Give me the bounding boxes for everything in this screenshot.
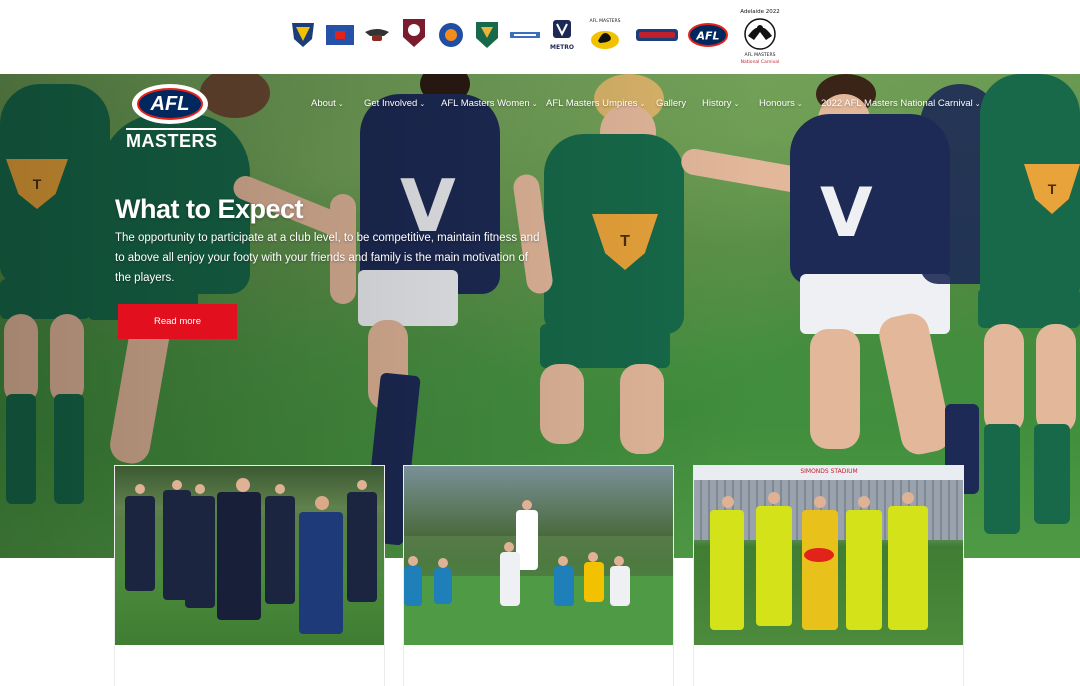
svg-text:National Carnival: National Carnival <box>741 59 780 65</box>
state-flag-logo[interactable] <box>326 20 354 50</box>
partner-logos-strip: METRO AFL MASTERS AFL Adelaide 2022 AFL M… <box>0 0 1080 74</box>
read-more-button[interactable]: Read more <box>118 304 237 339</box>
svg-text:METRO: METRO <box>550 44 574 51</box>
nav-item-national-carnival[interactable]: 2022 AFL Masters National Carnival ⌄ <box>821 98 981 109</box>
site-logo[interactable]: AFL MASTERS <box>126 84 217 151</box>
hero-title: What to Expect <box>115 194 304 224</box>
chevron-down-icon: ⌄ <box>419 101 426 108</box>
nav-item-masters-women[interactable]: AFL Masters Women ⌄ <box>441 98 538 109</box>
adelaide-2022-carnival-logo[interactable]: Adelaide 2022 AFL MASTERS National Carniva… <box>738 6 782 70</box>
chevron-down-icon: ⌄ <box>337 101 344 108</box>
nav-item-history[interactable]: History ⌄ <box>702 98 739 109</box>
nav-item-about[interactable]: About ⌄ <box>311 98 344 109</box>
hero-description: The opportunity to participate at a club… <box>115 232 540 284</box>
match-photo-card[interactable] <box>404 466 673 686</box>
umpires-photo: SIMONDS STADIUM <box>694 466 963 645</box>
black-swan-logo[interactable]: AFL MASTERS <box>586 16 624 52</box>
team-photo <box>115 466 384 645</box>
umpires-photo-card[interactable]: SIMONDS STADIUM <box>694 466 963 686</box>
winged-club-logo[interactable] <box>364 20 390 50</box>
nav-item-honours[interactable]: Honours ⌄ <box>759 98 803 109</box>
match-photo <box>404 466 673 645</box>
stadium-banner: SIMONDS STADIUM <box>800 468 858 475</box>
chevron-down-icon: ⌄ <box>733 101 740 108</box>
chevron-down-icon: ⌄ <box>639 101 646 108</box>
team-photo-card[interactable] <box>115 466 384 686</box>
vic-metro-logo[interactable]: METRO <box>550 20 574 52</box>
nav-item-masters-umpires[interactable]: AFL Masters Umpires ⌄ <box>546 98 645 109</box>
afl-oval-logo[interactable]: AFL <box>688 20 728 50</box>
green-gold-shield-logo[interactable] <box>474 20 500 50</box>
maroon-shield-logo[interactable] <box>400 17 428 51</box>
main-navigation: About ⌄ Get Involved ⌄ AFL Masters Women ⌄ … <box>0 98 1080 114</box>
football-icon <box>804 548 834 562</box>
svg-text:AFL: AFL <box>695 30 719 43</box>
chevron-down-icon: ⌄ <box>796 101 803 108</box>
chevron-down-icon: ⌄ <box>974 101 981 108</box>
afl-masters-crest-logo[interactable] <box>290 20 316 50</box>
svg-text:AFL MASTERS: AFL MASTERS <box>590 18 621 24</box>
svg-text:AFL MASTERS: AFL MASTERS <box>745 52 776 58</box>
nav-item-get-involved[interactable]: Get Involved ⌄ <box>364 98 425 109</box>
chevron-down-icon: ⌄ <box>531 101 538 108</box>
small-text-logo[interactable] <box>510 20 540 50</box>
svg-text:Adelaide 2022: Adelaide 2022 <box>740 9 780 15</box>
script-wordmark-logo[interactable] <box>636 20 678 50</box>
site-logo-wordmark: MASTERS <box>126 128 217 152</box>
nav-item-gallery[interactable]: Gallery <box>656 98 686 109</box>
blue-orange-crest-logo[interactable] <box>438 20 464 50</box>
